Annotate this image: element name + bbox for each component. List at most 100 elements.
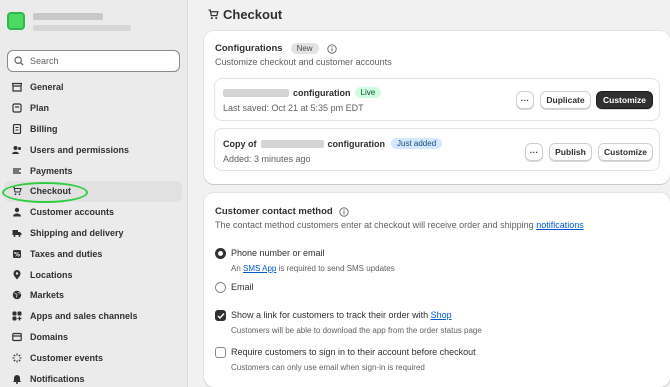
phone-or-email-label: Phone number or email xyxy=(231,248,325,258)
sidebar-item-shipping[interactable]: Shipping and delivery xyxy=(4,223,182,244)
sidebar-item-label: Taxes and duties xyxy=(30,248,103,259)
configurations-title: Configurations xyxy=(215,43,283,54)
just-added-badge: Just added xyxy=(391,138,443,149)
publish-button[interactable]: Publish xyxy=(549,143,592,161)
sms-app-link[interactable]: SMS App xyxy=(243,264,276,273)
sms-prefix: An xyxy=(231,264,241,273)
sidebar-item-customer-events[interactable]: Customer events xyxy=(4,347,182,368)
main-content: Checkout Configurations New Customize ch… xyxy=(196,0,670,387)
store-switcher[interactable] xyxy=(7,10,183,38)
sidebar-item-customer-accounts[interactable]: Customer accounts xyxy=(4,202,182,223)
page-title-text: Checkout xyxy=(223,7,283,22)
settings-nav: General Plan Billing Users and permissio… xyxy=(4,77,182,387)
email-radio[interactable] xyxy=(215,282,226,293)
bell-icon xyxy=(12,374,22,384)
contact-description-text: The contact method customers enter at ch… xyxy=(215,220,534,230)
truck-icon xyxy=(12,228,22,238)
page-title: Checkout xyxy=(208,7,282,22)
sidebar-item-markets[interactable]: Markets xyxy=(4,285,182,306)
sidebar-item-label: Customer events xyxy=(30,352,104,363)
sidebar-item-label: Payments xyxy=(30,165,73,176)
track-order-help: Customers will be able to download the a… xyxy=(231,326,482,335)
sidebar-item-label: Notifications xyxy=(30,373,85,384)
domains-icon xyxy=(12,332,22,342)
store-icon xyxy=(12,82,22,92)
configuration-name: configuration xyxy=(293,87,351,98)
configuration-name-redacted xyxy=(223,88,289,97)
track-order-checkbox[interactable] xyxy=(215,310,226,321)
sms-help-text: An SMS App is required to send SMS updat… xyxy=(231,264,395,273)
checkout-highlight-annotation xyxy=(2,182,88,203)
customize-live-button[interactable]: Customize xyxy=(596,91,653,109)
shop-link[interactable]: Shop xyxy=(431,310,452,320)
sidebar-item-label: Markets xyxy=(30,290,65,301)
copy-prefix: Copy of xyxy=(223,138,257,149)
sidebar-item-users[interactable]: Users and permissions xyxy=(4,139,182,160)
more-actions-button[interactable]: ··· xyxy=(516,91,534,109)
taxes-icon: % xyxy=(12,249,22,259)
sidebar-item-label: Billing xyxy=(30,123,58,134)
require-signin-help: Customers can only use email when sign-i… xyxy=(231,363,425,372)
svg-text:%: % xyxy=(14,251,20,258)
more-actions-button[interactable]: ··· xyxy=(525,143,543,161)
sms-suffix: is required to send SMS updates xyxy=(278,264,395,273)
sidebar-item-billing[interactable]: Billing xyxy=(4,119,182,140)
track-order-text: Show a link for customers to track their… xyxy=(231,310,429,320)
copy-name-redacted xyxy=(260,139,324,148)
users-icon xyxy=(12,145,22,155)
email-label: Email xyxy=(231,282,254,292)
sidebar-item-apps[interactable]: Apps and sales channels xyxy=(4,306,182,327)
person-icon xyxy=(12,207,22,217)
new-badge: New xyxy=(290,43,319,54)
sidebar-item-notifications[interactable]: Notifications xyxy=(4,368,182,387)
configurations-subtitle: Customize checkout and customer accounts xyxy=(215,57,392,67)
phone-or-email-radio[interactable] xyxy=(215,248,226,259)
info-icon[interactable] xyxy=(326,43,337,54)
customer-contact-card: Customer contact method The contact meth… xyxy=(204,193,670,387)
notifications-link[interactable]: notifications xyxy=(536,220,584,230)
sidebar-item-payments[interactable]: Payments xyxy=(4,160,182,181)
copy-configuration-row: Copy of configuration Just added Added: … xyxy=(214,128,660,171)
track-order-label: Show a link for customers to track their… xyxy=(231,310,452,320)
last-saved-text: Last saved: Oct 21 at 5:35 pm EDT xyxy=(223,103,364,113)
search-input[interactable] xyxy=(30,56,170,66)
globe-icon xyxy=(12,290,22,300)
sidebar-item-locations[interactable]: Locations xyxy=(4,264,182,285)
search-field[interactable] xyxy=(7,50,180,72)
sidebar-item-label: Shipping and delivery xyxy=(30,227,124,238)
configurations-card: Configurations New Customize checkout an… xyxy=(204,31,670,184)
sidebar-item-label: Users and permissions xyxy=(30,144,130,155)
sidebar-item-domains[interactable]: Domains xyxy=(4,327,182,348)
sidebar-item-label: Customer accounts xyxy=(30,207,115,218)
copy-configuration-name: configuration xyxy=(327,138,386,149)
store-url-redacted xyxy=(33,25,131,31)
billing-icon xyxy=(12,123,22,134)
search-icon xyxy=(14,56,24,66)
checkmark-icon xyxy=(217,312,225,319)
sidebar-item-label: Domains xyxy=(30,331,69,342)
added-time-text: Added: 3 minutes ago xyxy=(223,154,311,164)
payments-icon xyxy=(12,166,22,176)
sidebar-item-label: General xyxy=(30,82,64,93)
sidebar-item-label: Plan xyxy=(30,103,50,114)
require-signin-checkbox[interactable] xyxy=(215,347,226,358)
contact-method-title: Customer contact method xyxy=(215,206,333,217)
live-status-badge: Live xyxy=(354,87,382,98)
contact-method-description: The contact method customers enter at ch… xyxy=(215,220,584,230)
store-avatar xyxy=(7,12,25,30)
store-name-redacted xyxy=(33,13,103,20)
live-configuration-row: configuration Live Last saved: Oct 21 at… xyxy=(214,78,660,121)
plan-icon xyxy=(12,103,22,113)
sidebar-item-taxes[interactable]: % Taxes and duties xyxy=(4,243,182,264)
events-icon xyxy=(12,353,22,363)
duplicate-button[interactable]: Duplicate xyxy=(540,91,591,109)
location-icon xyxy=(12,269,22,280)
customize-copy-button[interactable]: Customize xyxy=(598,143,653,161)
sidebar-item-plan[interactable]: Plan xyxy=(4,98,182,119)
sidebar-item-label: Apps and sales channels xyxy=(30,311,138,322)
cart-icon xyxy=(208,9,219,20)
info-icon[interactable] xyxy=(339,206,349,217)
sidebar-item-general[interactable]: General xyxy=(4,77,182,98)
sidebar-item-label: Locations xyxy=(30,269,73,280)
require-signin-label: Require customers to sign in to their ac… xyxy=(231,347,476,357)
